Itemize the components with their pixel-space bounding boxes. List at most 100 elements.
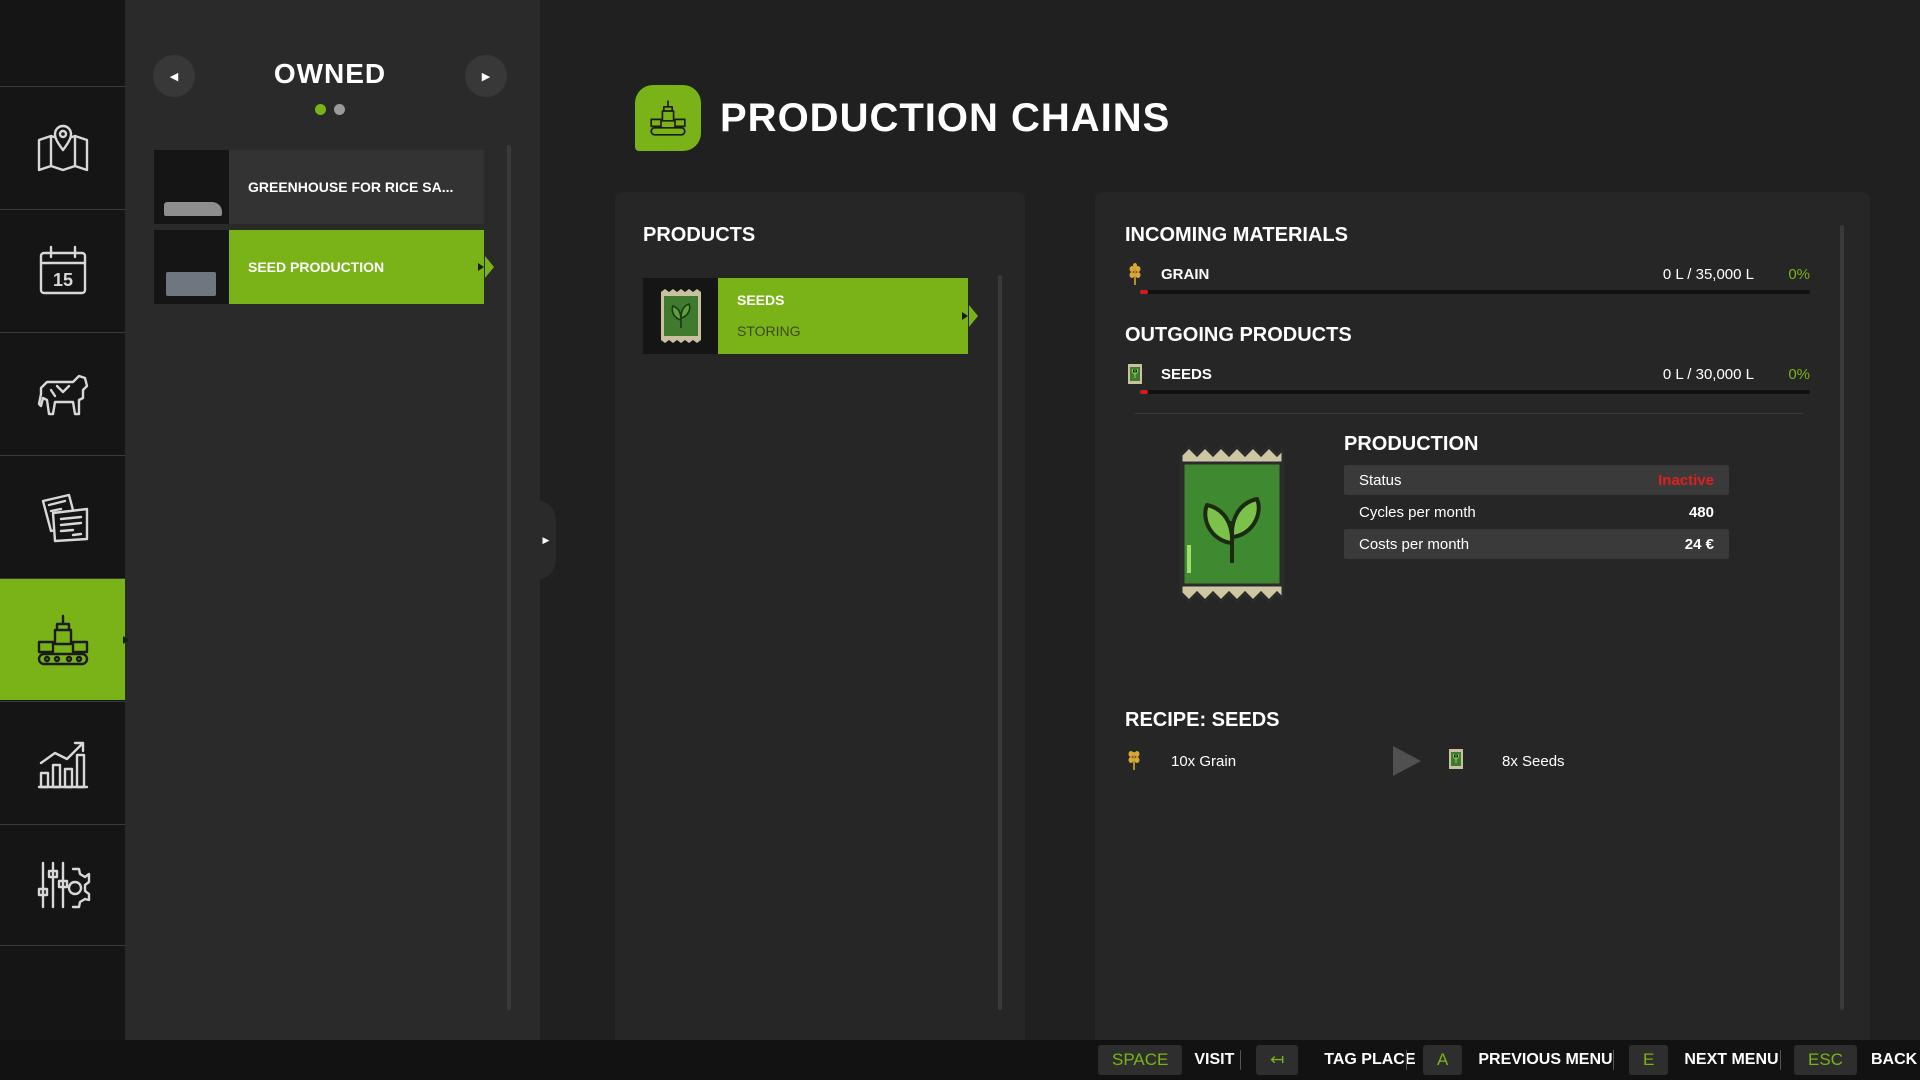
owned-item-greenhouse[interactable]: GREENHOUSE FOR RICE SA... (154, 150, 484, 224)
grain-fill-level (1140, 290, 1149, 294)
production-title: PRODUCTION (1344, 433, 1479, 455)
recipe-input-label: 10x Grain (1171, 752, 1237, 770)
production-icon (37, 614, 88, 665)
footer-action-tag-place[interactable]: ↤ TAG PLACE (1256, 1045, 1416, 1075)
calendar-day-label: 15 (52, 270, 72, 290)
product-item-seeds[interactable]: SEEDS STORING (643, 278, 978, 354)
stat-costs: Costs per month 24 € (1344, 529, 1729, 559)
material-percent: 0% (1788, 265, 1810, 283)
screen: 15 ◀ OWNED ▶ GREENHOUSE FOR RICE SA... S… (0, 0, 1920, 1080)
stat-label: Costs per month (1359, 535, 1470, 553)
action-label: NEXT MENU (1684, 1051, 1779, 1068)
contracts-icon (41, 493, 88, 542)
incoming-materials-title: INCOMING MATERIALS (1125, 224, 1348, 246)
key-badge: ESC (1794, 1045, 1857, 1075)
greenhouse-thumbnail (154, 150, 229, 224)
owned-next-button[interactable]: ▶ (465, 55, 507, 97)
key-badge: SPACE (1098, 1045, 1183, 1075)
incoming-material-grain: GRAIN 0 L / 35,000 L 0% (1125, 262, 1810, 286)
action-label: VISIT (1194, 1051, 1235, 1068)
cow-icon (37, 374, 88, 415)
footer-separator (1406, 1050, 1407, 1070)
rail-item-statistics[interactable] (0, 701, 125, 823)
key-badge: ↤ (1256, 1045, 1299, 1075)
owned-item-label: SEED PRODUCTION (229, 230, 484, 304)
seeds-thumbnail (643, 278, 718, 354)
seed-bag-icon (1179, 445, 1285, 603)
seed-bag-icon (1125, 363, 1145, 385)
production-chains-icon (635, 85, 701, 151)
owned-scrollbar[interactable] (507, 145, 511, 1010)
stat-value: Inactive (1658, 471, 1714, 489)
collapse-panel-tab[interactable]: ▶ (536, 500, 556, 580)
stat-value: 480 (1688, 503, 1714, 521)
rail-item-settings[interactable] (0, 824, 125, 946)
footer-action-back[interactable]: ESC BACK (1794, 1045, 1917, 1075)
stat-status: Status Inactive (1344, 465, 1729, 495)
products-scrollbar[interactable] (998, 275, 1002, 1010)
page-title: PRODUCTION CHAINS (720, 96, 1171, 140)
product-name: SEEDS (737, 292, 785, 308)
rail-item-animals[interactable] (0, 332, 125, 454)
key-badge: E (1629, 1045, 1669, 1075)
footer-action-visit[interactable]: SPACE VISIT (1098, 1045, 1234, 1075)
owned-item-seed-production[interactable]: SEED PRODUCTION (154, 230, 494, 304)
action-label: PREVIOUS MENU (1478, 1051, 1613, 1068)
recipe-arrow-icon (1393, 746, 1421, 776)
recipe-input: 10x Grain (1127, 748, 1236, 774)
material-amount: 0 L / 35,000 L (1662, 265, 1754, 283)
map-pin-icon (37, 124, 88, 171)
arrow-right-icon: ▶ (481, 70, 491, 83)
product-percent: 0% (1788, 365, 1810, 383)
chevron-right-icon (962, 312, 968, 320)
page-dot-1[interactable] (315, 104, 326, 115)
action-label: BACK (1870, 1051, 1918, 1068)
product-item-body: SEEDS STORING (718, 278, 968, 354)
stat-cycles: Cycles per month 480 (1344, 497, 1729, 527)
product-status: STORING (737, 323, 801, 339)
divider (1135, 413, 1803, 414)
grain-icon (1127, 748, 1141, 774)
grain-fill-bar (1140, 290, 1810, 294)
outgoing-products-title: OUTGOING PRODUCTS (1125, 324, 1352, 346)
material-name: GRAIN (1161, 265, 1210, 283)
product-amount: 0 L / 30,000 L (1662, 365, 1754, 383)
recipe-title: RECIPE: SEEDS (1125, 709, 1280, 731)
chart-icon (37, 741, 88, 788)
seeds-fill-bar (1140, 390, 1810, 394)
stat-label: Status (1359, 471, 1402, 489)
details-scrollbar[interactable] (1840, 225, 1844, 1010)
footer-separator (1780, 1050, 1781, 1070)
footer-action-next-menu[interactable]: E NEXT MENU (1629, 1045, 1779, 1075)
key-badge: A (1423, 1045, 1463, 1075)
rail-item-production[interactable] (0, 578, 135, 700)
page-dot-2[interactable] (334, 104, 345, 115)
action-label: TAG PLACE (1324, 1051, 1416, 1068)
seed-bag-icon (660, 289, 701, 343)
details-panel (1095, 192, 1870, 1040)
outgoing-product-seeds: SEEDS 0 L / 30,000 L 0% (1125, 362, 1810, 386)
footer-action-previous-menu[interactable]: A PREVIOUS MENU (1423, 1045, 1613, 1075)
arrow-right-icon: ▶ (542, 534, 550, 545)
footer-separator (1613, 1050, 1614, 1070)
owned-item-label: GREENHOUSE FOR RICE SA... (229, 150, 484, 224)
settings-icon (37, 861, 90, 909)
chevron-right-icon (478, 263, 484, 271)
page-dots (315, 104, 345, 115)
main-menu-rail: 15 (0, 0, 135, 1040)
rail-item-contracts[interactable] (0, 455, 125, 577)
calendar-icon: 15 (39, 245, 86, 294)
seed-production-thumbnail (154, 230, 229, 304)
seed-bag-icon (1448, 748, 1464, 774)
seeds-fill-level (1140, 390, 1149, 394)
production-icon (650, 100, 686, 136)
stat-value: 24 € (1684, 535, 1714, 553)
grain-icon (1125, 263, 1145, 285)
stat-label: Cycles per month (1359, 503, 1476, 521)
footer-separator (1240, 1050, 1241, 1070)
rail-item-map[interactable] (0, 86, 125, 208)
product-name: SEEDS (1161, 365, 1212, 383)
recipe-output-label: 8x Seeds (1502, 752, 1565, 770)
rail-item-calendar[interactable]: 15 (0, 209, 125, 331)
recipe-output: 8x Seeds (1448, 748, 1565, 774)
